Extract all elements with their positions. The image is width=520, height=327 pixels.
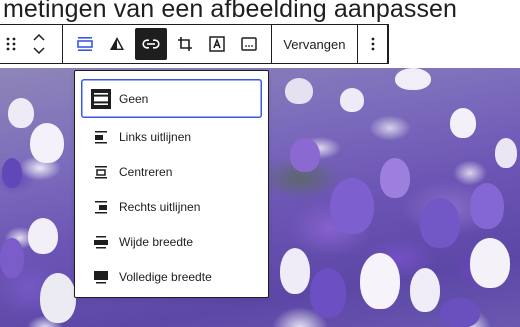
page-title-text: metingen van een afbeelding aanpassen	[3, 0, 458, 23]
alignment-dropdown-menu: Geen Links uitlijnen Centreren Rechts ui…	[74, 70, 269, 298]
menu-item-label: Rechts uitlijnen	[119, 199, 201, 214]
align-none-icon	[89, 87, 113, 111]
menu-item-label: Geen	[119, 91, 149, 106]
duotone-icon	[109, 37, 124, 50]
menu-item-align-full[interactable]: Volledige breedte	[81, 260, 262, 293]
align-left-icon	[89, 125, 113, 149]
page-title: metingen van een afbeelding aanpassen	[0, 0, 520, 27]
toolbar-divider	[387, 25, 388, 63]
link-icon	[142, 39, 160, 49]
text-overlay-icon	[208, 36, 225, 52]
replace-button-label: Vervangen	[283, 36, 346, 52]
chevron-up-icon[interactable]	[33, 33, 45, 41]
crop-icon	[177, 37, 192, 51]
toolbar-divider	[357, 25, 359, 63]
align-button[interactable]	[69, 28, 101, 60]
align-none-icon	[76, 37, 93, 51]
menu-item-label: Volledige breedte	[119, 269, 212, 284]
image-tools-group	[63, 25, 271, 63]
drag-handle-icon[interactable]	[0, 28, 22, 60]
move-up-down-buttons[interactable]	[24, 28, 54, 60]
chevron-down-icon[interactable]	[33, 47, 45, 55]
duotone-button[interactable]	[101, 28, 133, 60]
link-button[interactable]	[134, 28, 167, 60]
menu-item-label: Wijde breedte	[119, 234, 194, 249]
replace-button[interactable]: Vervangen	[271, 25, 357, 63]
more-text-icon	[240, 37, 257, 51]
menu-item-align-right[interactable]: Rechts uitlijnen	[81, 190, 262, 223]
align-wide-icon	[89, 230, 113, 254]
menu-item-label: Centreren	[119, 164, 173, 179]
crop-button[interactable]	[169, 28, 201, 60]
menu-item-align-center[interactable]: Centreren	[81, 155, 262, 188]
align-right-icon	[89, 195, 113, 219]
align-full-icon	[89, 265, 113, 289]
align-center-icon	[89, 160, 113, 184]
menu-item-align-left[interactable]: Links uitlijnen	[81, 120, 262, 153]
text-overlay-button[interactable]	[201, 28, 233, 60]
block-toolbar: Vervangen	[0, 24, 389, 64]
more-options-button[interactable]	[362, 28, 383, 60]
alt-text-button[interactable]	[233, 28, 265, 60]
menu-item-align-none[interactable]: Geen	[81, 79, 262, 118]
menu-item-label: Links uitlijnen	[119, 129, 192, 144]
block-mover-group	[0, 25, 54, 63]
more-vertical-icon	[371, 37, 375, 51]
menu-item-align-wide[interactable]: Wijde breedte	[81, 225, 262, 258]
